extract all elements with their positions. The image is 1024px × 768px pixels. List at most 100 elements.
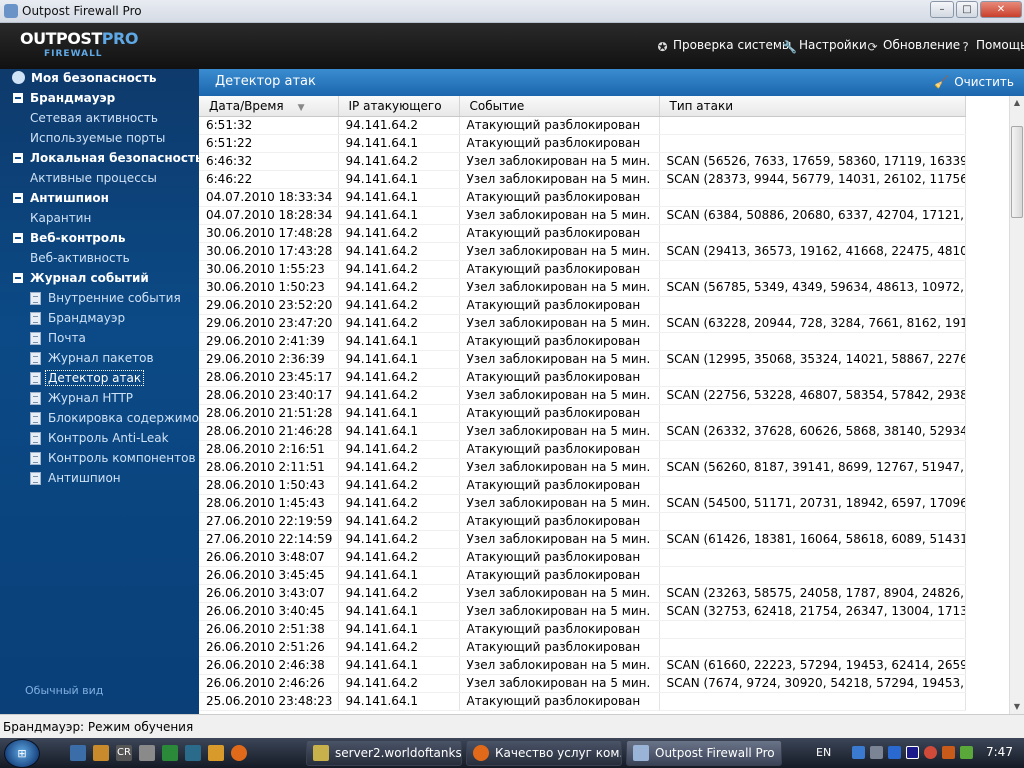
update-button[interactable]: ⟳ Обновление xyxy=(866,38,960,54)
cr-icon[interactable]: CR xyxy=(116,745,132,761)
sidebar-item-anti-leak[interactable]: Контроль Anti-Leak xyxy=(0,429,199,447)
sidebar-item-network-activity[interactable]: Сетевая активность xyxy=(30,109,158,127)
sidebar-item-http-log[interactable]: Журнал HTTP xyxy=(0,389,199,407)
maximize-button[interactable]: □ xyxy=(956,1,978,18)
calculator-icon[interactable] xyxy=(139,745,155,761)
sidebar-item-antispy-log[interactable]: Антишпион xyxy=(0,469,199,487)
scroll-down-icon[interactable]: ▼ xyxy=(1010,700,1024,714)
sidebar-item-firewall-log[interactable]: Брандмауэр xyxy=(0,309,199,327)
cell-event: Атакующий разблокирован xyxy=(459,368,660,387)
scroll-thumb[interactable] xyxy=(1011,126,1023,218)
sidebar-item-mail[interactable]: Почта xyxy=(0,329,199,347)
sidebar-item-attack-detector[interactable]: Детектор атак xyxy=(0,369,199,387)
bluetooth-tray-icon[interactable] xyxy=(888,746,901,759)
sidebar-section-web-control[interactable]: Веб-контроль xyxy=(0,229,199,247)
table-row[interactable]: 29.06.2010 23:47:20 94.141.64.2 Узел забло… xyxy=(199,314,966,333)
table-row[interactable]: 26.06.2010 3:40:45 94.141.64.1 Узел заблок… xyxy=(199,602,966,621)
column-header-datetime[interactable]: Дата/Время ▼ xyxy=(199,96,339,117)
table-row[interactable]: 26.06.2010 2:51:38 94.141.64.1 Атакующий р… xyxy=(199,620,966,639)
table-row[interactable]: 6:46:32 94.141.64.2 Узел заблокирован на 5… xyxy=(199,152,966,171)
taskbar-item-outpost[interactable]: Outpost Firewall Pro xyxy=(626,740,782,766)
clock[interactable]: 7:47 xyxy=(986,745,1013,759)
normal-view-link[interactable]: Обычный вид xyxy=(25,684,103,697)
sidebar-item-packet-log[interactable]: Журнал пакетов xyxy=(0,349,199,367)
table-row[interactable]: 28.06.2010 1:50:43 94.141.64.2 Атакующий р… xyxy=(199,476,966,495)
cell-ip: 94.141.64.1 xyxy=(338,170,460,189)
table-row[interactable]: 6:51:22 94.141.64.1 Атакующий разблокирова… xyxy=(199,134,966,153)
sidebar-section-event-log[interactable]: Журнал событий xyxy=(0,269,199,287)
show-desktop-icon[interactable] xyxy=(70,745,86,761)
table-row[interactable]: 29.06.2010 23:52:20 94.141.64.2 Атакующий … xyxy=(199,296,966,315)
table-row[interactable]: 28.06.2010 23:45:17 94.141.64.2 Атакующий … xyxy=(199,368,966,387)
red-circle-tray-icon[interactable] xyxy=(924,746,937,759)
document-icon xyxy=(30,332,41,345)
table-row[interactable]: 04.07.2010 18:28:34 94.141.64.1 Узел забло… xyxy=(199,206,966,225)
folder-icon[interactable] xyxy=(93,745,109,761)
cell-attack-type: SCAN (7674, 9724, 30920, 54218, 57294, 1… xyxy=(659,674,966,693)
network-tray-icon[interactable] xyxy=(870,746,883,759)
taskbar-item-worldoftanks[interactable]: server2.worldoftanks... xyxy=(306,740,462,766)
table-row[interactable]: 26.06.2010 2:51:26 94.141.64.2 Атакующий р… xyxy=(199,638,966,657)
cell-datetime: 26.06.2010 2:51:26 xyxy=(199,638,339,657)
scroll-up-icon[interactable]: ▲ xyxy=(1010,96,1024,110)
system-check-button[interactable]: ✪ Проверка системы xyxy=(656,38,791,54)
cell-datetime: 25.06.2010 23:48:23 xyxy=(199,692,339,711)
sidebar-section-antispy[interactable]: Антишпион xyxy=(0,189,199,207)
table-row[interactable]: 04.07.2010 18:33:34 94.141.64.1 Атакующий … xyxy=(199,188,966,207)
table-row[interactable]: 29.06.2010 2:41:39 94.141.64.1 Атакующий р… xyxy=(199,332,966,351)
orange-tray-icon[interactable] xyxy=(942,746,955,759)
sidebar-item-quarantine[interactable]: Карантин xyxy=(30,209,91,227)
table-row[interactable]: 26.06.2010 3:45:45 94.141.64.1 Атакующий р… xyxy=(199,566,966,585)
nvidia-tray-icon[interactable] xyxy=(960,746,973,759)
sidebar-item-web-activity[interactable]: Веб-активность xyxy=(30,249,130,267)
firefox-icon[interactable] xyxy=(231,745,247,761)
close-button[interactable]: ✕ xyxy=(980,1,1022,18)
table-row[interactable]: 6:46:22 94.141.64.1 Узел заблокирован на 5… xyxy=(199,170,966,189)
sidebar-section-local-security[interactable]: Локальная безопасность xyxy=(0,149,203,167)
table-row[interactable]: 30.06.2010 1:50:23 94.141.64.2 Узел заблок… xyxy=(199,278,966,297)
app-blue-icon[interactable] xyxy=(185,745,201,761)
taskbar-item-service-quality[interactable]: Качество услуг ком... xyxy=(466,740,622,766)
sidebar-item-my-security[interactable]: Моя безопасность xyxy=(12,69,157,87)
table-row[interactable]: 26.06.2010 3:48:07 94.141.64.2 Атакующий р… xyxy=(199,548,966,567)
table-row[interactable]: 26.06.2010 2:46:26 94.141.64.2 Узел заблок… xyxy=(199,674,966,693)
table-row[interactable]: 29.06.2010 2:36:39 94.141.64.1 Узел заблок… xyxy=(199,350,966,369)
table-row[interactable]: 6:51:32 94.141.64.2 Атакующий разблокирова… xyxy=(199,116,966,135)
sidebar-item-content-blocking[interactable]: Блокировка содержимого xyxy=(0,409,213,427)
sidebar-item-used-ports[interactable]: Используемые порты xyxy=(30,129,165,147)
settings-button[interactable]: 🔧 Настройки xyxy=(782,38,867,54)
help-button[interactable]: ? Помощь xyxy=(959,38,1024,54)
player-tray-icon[interactable] xyxy=(906,746,919,759)
table-row[interactable]: 28.06.2010 2:11:51 94.141.64.2 Узел заблок… xyxy=(199,458,966,477)
minimize-button[interactable]: – xyxy=(930,1,954,18)
start-button[interactable]: ⊞ xyxy=(4,739,40,768)
column-header-attack-type[interactable]: Тип атаки xyxy=(659,96,966,117)
table-row[interactable]: 26.06.2010 2:46:38 94.141.64.1 Узел заблок… xyxy=(199,656,966,675)
clear-button[interactable]: 🧹 Очистить xyxy=(934,75,1014,89)
table-row[interactable]: 28.06.2010 2:16:51 94.141.64.2 Атакующий р… xyxy=(199,440,966,459)
table-row[interactable]: 30.06.2010 17:48:28 94.141.64.2 Атакующий … xyxy=(199,224,966,243)
table-row[interactable]: 30.06.2010 1:55:23 94.141.64.2 Атакующий р… xyxy=(199,260,966,279)
sidebar-item-component-control[interactable]: Контроль компонентов xyxy=(0,449,199,467)
column-header-event[interactable]: Событие xyxy=(459,96,660,117)
table-row[interactable]: 28.06.2010 21:46:28 94.141.64.1 Узел забло… xyxy=(199,422,966,441)
app-green-icon[interactable] xyxy=(162,745,178,761)
table-row[interactable]: 27.06.2010 22:19:59 94.141.64.2 Атакующий … xyxy=(199,512,966,531)
language-indicator[interactable]: EN xyxy=(816,746,831,759)
table-row[interactable]: 25.06.2010 23:48:23 94.141.64.1 Атакующий … xyxy=(199,692,966,711)
sidebar-item-active-processes[interactable]: Активные процессы xyxy=(30,169,157,187)
table-row[interactable]: 30.06.2010 17:43:28 94.141.64.2 Узел забло… xyxy=(199,242,966,261)
table-row[interactable]: 28.06.2010 1:45:43 94.141.64.2 Узел заблок… xyxy=(199,494,966,513)
column-header-ip[interactable]: IP атакующего xyxy=(338,96,460,117)
tool-icon[interactable] xyxy=(208,745,224,761)
table-row[interactable]: 28.06.2010 21:51:28 94.141.64.1 Атакующий … xyxy=(199,404,966,423)
table-row[interactable]: 28.06.2010 23:40:17 94.141.64.2 Узел забло… xyxy=(199,386,966,405)
sidebar-item-internal-events[interactable]: Внутренние события xyxy=(0,289,199,307)
broom-icon: 🧹 xyxy=(934,75,950,89)
table-row[interactable]: 26.06.2010 3:43:07 94.141.64.2 Узел заблок… xyxy=(199,584,966,603)
vertical-scrollbar[interactable]: ▲ ▼ xyxy=(1009,96,1024,714)
shield-tray-icon[interactable] xyxy=(852,746,865,759)
sidebar-section-firewall[interactable]: Брандмауэр xyxy=(0,89,199,107)
cell-attack-type: SCAN (26332, 37628, 60626, 5868, 38140, … xyxy=(659,422,966,441)
table-row[interactable]: 27.06.2010 22:14:59 94.141.64.2 Узел забло… xyxy=(199,530,966,549)
